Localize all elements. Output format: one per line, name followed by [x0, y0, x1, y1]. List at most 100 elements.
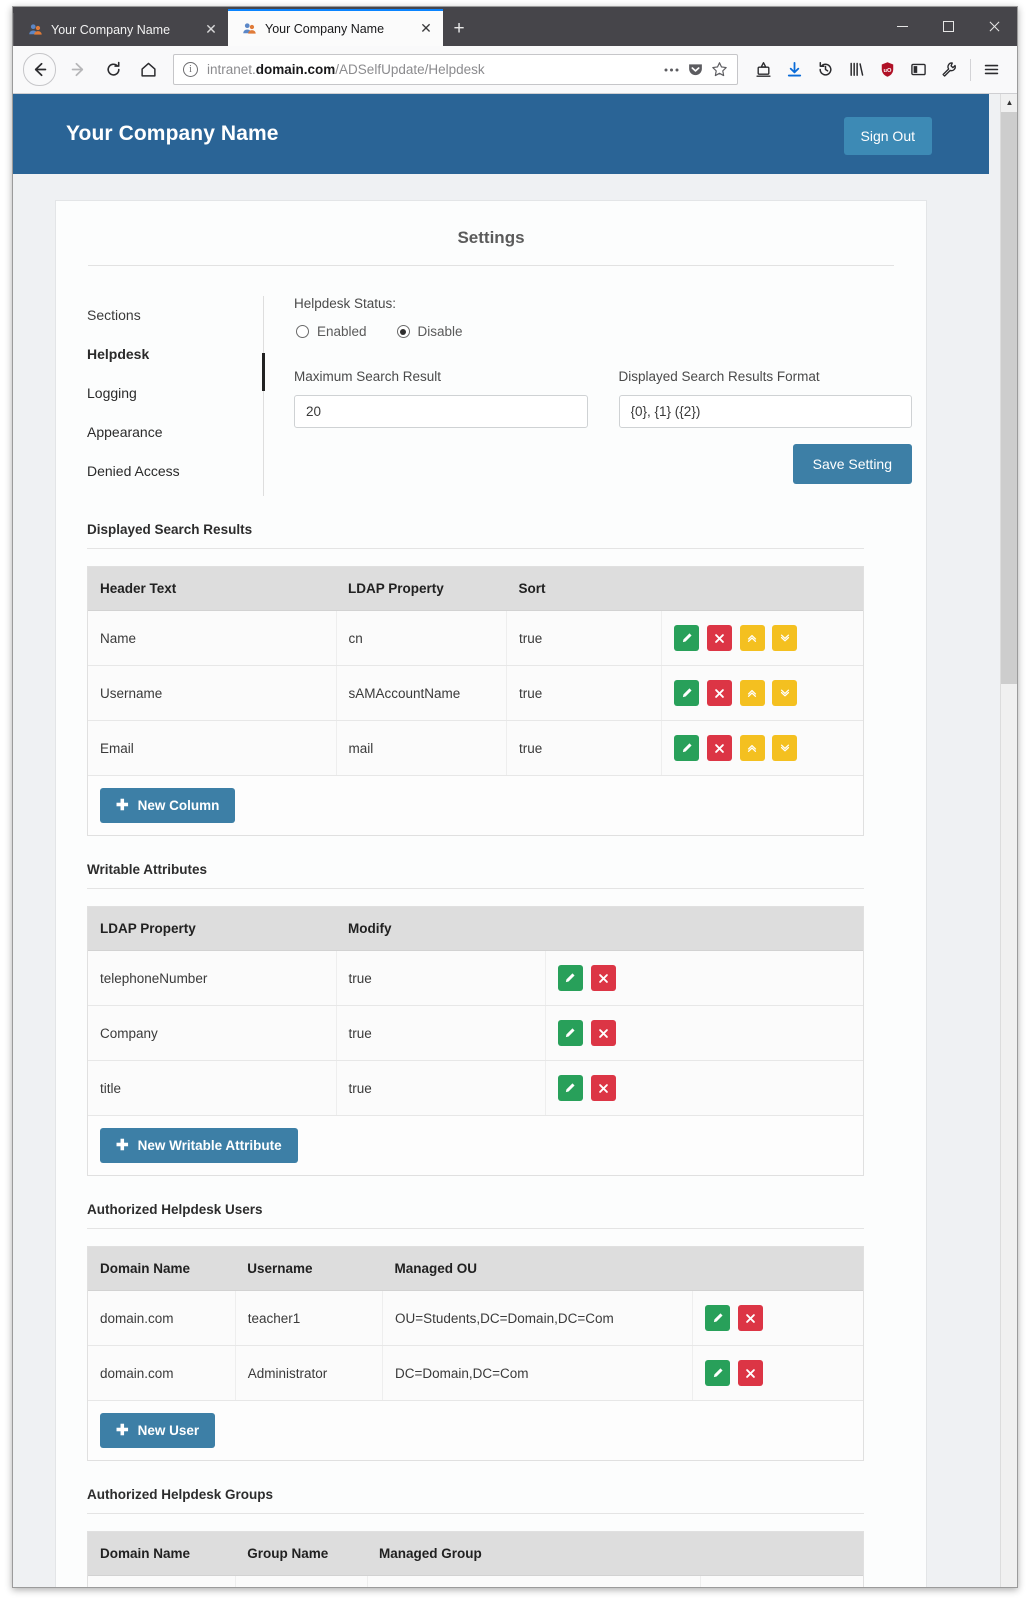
- column-header: LDAP Property: [88, 907, 336, 951]
- cell-actions: [692, 1345, 863, 1401]
- move-up-icon[interactable]: [739, 625, 765, 651]
- table-row: telephoneNumber true: [88, 950, 863, 1006]
- table-row: domain.com Example HR Group CN=HR,OU=Gro…: [88, 1575, 863, 1587]
- edit-icon[interactable]: [705, 1305, 730, 1331]
- move-down-icon[interactable]: [772, 735, 798, 761]
- history-icon[interactable]: [810, 54, 841, 86]
- svg-text:uO: uO: [884, 68, 892, 74]
- column-header: LDAP Property: [336, 567, 507, 611]
- browser-tab-2-active[interactable]: Your Company Name ✕: [228, 9, 443, 46]
- url-bar[interactable]: i intranet.domain.com/ADSelfUpdate/Helpd…: [173, 54, 738, 85]
- save-setting-button[interactable]: Save Setting: [792, 444, 912, 484]
- table-header-row: Domain Name Group Name Managed Group: [88, 1532, 863, 1576]
- column-header-actions: [661, 567, 863, 611]
- cell-domain-name: domain.com: [88, 1575, 236, 1587]
- pocket-icon[interactable]: [683, 58, 707, 82]
- radio-enabled[interactable]: Enabled: [296, 324, 367, 339]
- edit-icon[interactable]: [557, 965, 583, 991]
- tab-close-icon[interactable]: ✕: [200, 19, 222, 41]
- home-icon[interactable]: [132, 54, 164, 86]
- vertical-scrollbar[interactable]: ▲: [1000, 94, 1017, 1587]
- downloads-icon[interactable]: [779, 54, 810, 86]
- move-up-icon[interactable]: [739, 735, 765, 761]
- table-row: Username sAMAccountName true: [88, 665, 863, 721]
- edit-icon[interactable]: [674, 680, 699, 706]
- sign-out-button[interactable]: Sign Out: [843, 117, 932, 155]
- back-arrow-icon[interactable]: [23, 53, 56, 86]
- people-icon: [242, 21, 257, 36]
- star-icon[interactable]: [707, 58, 731, 82]
- column-header: Managed OU: [382, 1247, 693, 1291]
- people-icon: [28, 22, 43, 37]
- table-row: domain.com teacher1 OU=Students,DC=Domai…: [88, 1290, 863, 1346]
- search-format-label: Displayed Search Results Format: [618, 369, 820, 384]
- column-header: Sort: [506, 567, 662, 611]
- sidebar-item-logging[interactable]: Logging: [87, 374, 263, 413]
- ellipsis-icon[interactable]: [659, 58, 683, 82]
- edit-icon[interactable]: [705, 1360, 730, 1386]
- cell-actions: [545, 950, 863, 1006]
- move-down-icon[interactable]: [772, 625, 798, 651]
- delete-icon[interactable]: [737, 1305, 763, 1331]
- delete-icon[interactable]: [590, 1020, 616, 1046]
- delete-icon[interactable]: [590, 965, 616, 991]
- table-footer-row: ✚ New Writable Attribute: [88, 1115, 863, 1176]
- search-format-input[interactable]: [618, 395, 912, 428]
- sidebar-icon[interactable]: [903, 54, 934, 86]
- minimize-button[interactable]: [879, 7, 925, 46]
- sidebar-item-helpdesk[interactable]: Helpdesk: [87, 335, 263, 374]
- section-title: Writable Attributes: [87, 862, 864, 889]
- close-window-button[interactable]: [971, 7, 1017, 46]
- cell-sort: true: [506, 610, 662, 666]
- new-tab-button[interactable]: +: [443, 13, 475, 46]
- cell-domain-name: domain.com: [88, 1290, 236, 1346]
- sidebar-item-appearance[interactable]: Appearance: [87, 413, 263, 452]
- site-header: Your Company Name Sign Out: [13, 94, 989, 174]
- radio-disable[interactable]: Disable: [396, 324, 463, 339]
- browser-window: Your Company Name ✕ Your Company Name ✕ …: [12, 6, 1018, 1588]
- scroll-up-arrow-icon[interactable]: ▲: [1001, 94, 1017, 111]
- new-user-button[interactable]: ✚ New User: [100, 1413, 216, 1448]
- reload-icon[interactable]: [97, 54, 129, 86]
- ublock-origin-icon[interactable]: uO: [872, 54, 903, 86]
- maximize-button[interactable]: [925, 7, 971, 46]
- max-search-result-input[interactable]: [294, 395, 588, 428]
- cell-sort: true: [506, 665, 662, 721]
- new-writable-attribute-button[interactable]: ✚ New Writable Attribute: [100, 1128, 298, 1163]
- cell-header-text: Username: [88, 665, 337, 721]
- scrollbar-thumb[interactable]: [1001, 112, 1017, 684]
- edit-icon[interactable]: [557, 1075, 583, 1101]
- new-column-button[interactable]: ✚ New Column: [100, 788, 236, 823]
- column-header: Group Name: [235, 1532, 367, 1576]
- info-circle-icon[interactable]: i: [183, 62, 198, 77]
- delete-icon[interactable]: [737, 1360, 763, 1386]
- plus-icon: ✚: [116, 797, 129, 814]
- library-icon[interactable]: [841, 54, 872, 86]
- tab-close-icon[interactable]: ✕: [415, 18, 437, 40]
- column-header-actions: [700, 1532, 863, 1576]
- move-down-icon[interactable]: [772, 680, 798, 706]
- wrench-icon[interactable]: [934, 54, 965, 86]
- radio-disable-label: Disable: [417, 324, 463, 339]
- container-tabs-icon[interactable]: [748, 54, 779, 86]
- forward-arrow-icon[interactable]: [62, 54, 94, 86]
- edit-icon[interactable]: [674, 735, 699, 761]
- browser-tab-1[interactable]: Your Company Name ✕: [13, 13, 228, 46]
- section-displayed-search-results: Displayed Search Results Header Text LDA…: [87, 522, 864, 836]
- page-title: Settings: [457, 228, 525, 247]
- move-up-icon[interactable]: [739, 680, 765, 706]
- delete-icon[interactable]: [706, 735, 732, 761]
- settings-card: Settings Sections Helpdesk Logging Appea…: [55, 200, 927, 1587]
- delete-icon[interactable]: [706, 625, 732, 651]
- tab-title: Your Company Name: [265, 21, 385, 36]
- section-title: Authorized Helpdesk Groups: [87, 1487, 864, 1514]
- brand-title: Your Company Name: [66, 122, 279, 145]
- table-row: domain.com Administrator DC=Domain,DC=Co…: [88, 1345, 863, 1401]
- hamburger-menu-icon[interactable]: [976, 54, 1007, 86]
- edit-icon[interactable]: [674, 625, 699, 651]
- cell-ldap-property: cn: [336, 610, 507, 666]
- edit-icon[interactable]: [557, 1020, 583, 1046]
- delete-icon[interactable]: [590, 1075, 616, 1101]
- delete-icon[interactable]: [706, 680, 732, 706]
- sidebar-item-denied-access[interactable]: Denied Access: [87, 452, 263, 491]
